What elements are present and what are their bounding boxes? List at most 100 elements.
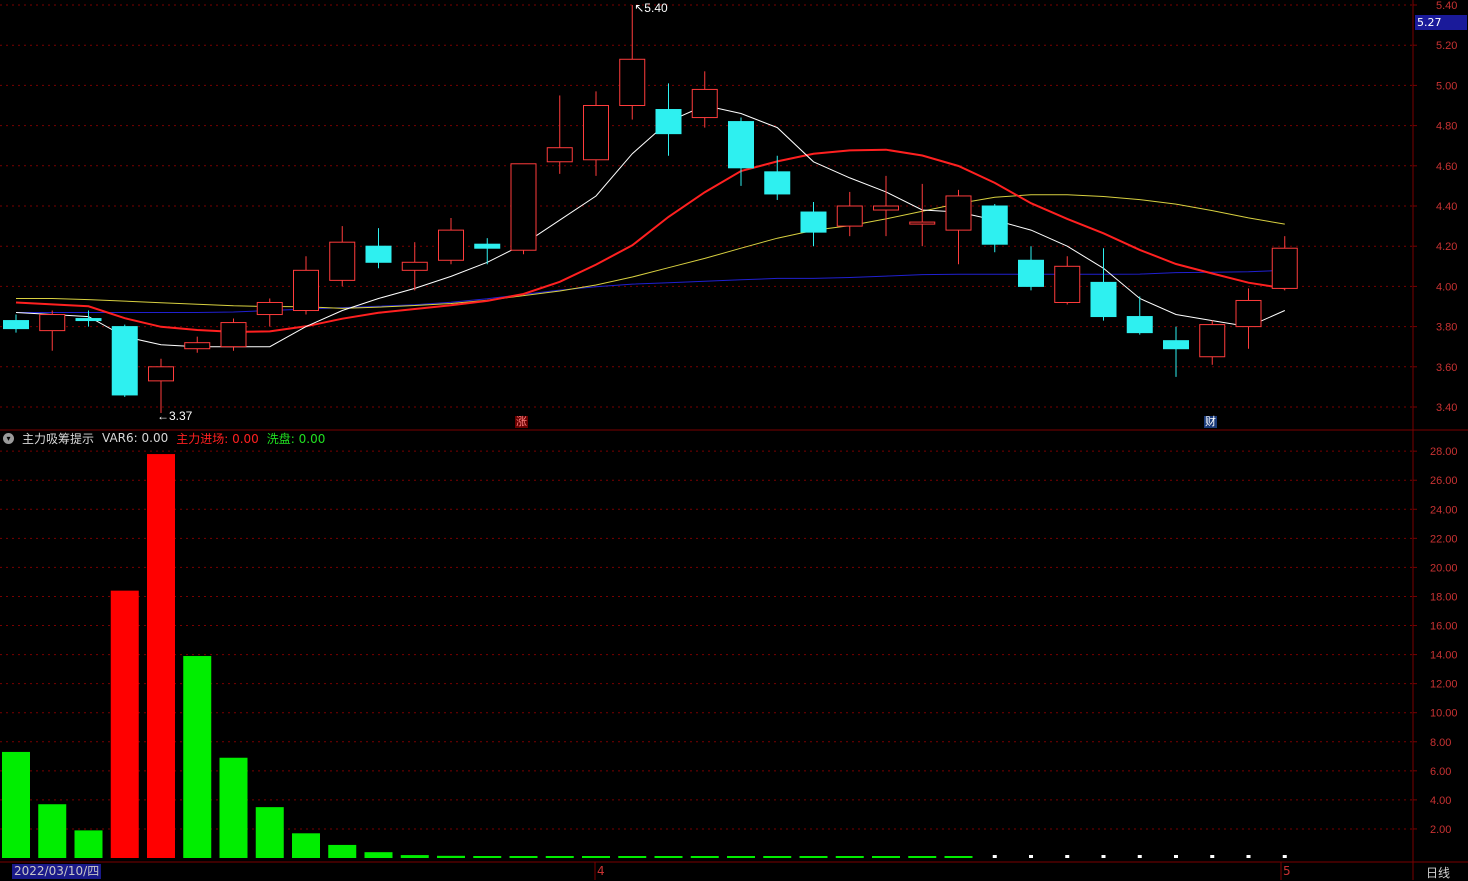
indicator-bar (690, 856, 719, 858)
event-marker-cai[interactable]: 财 (1204, 416, 1217, 428)
candle-body (800, 211, 827, 233)
candle-body (836, 205, 863, 227)
candle-body (619, 58, 646, 106)
event-marker-zhang[interactable]: 涨 (515, 416, 528, 428)
indicator-zero-dot (1282, 855, 1287, 858)
indicator-zero-dot (1210, 855, 1215, 858)
indicator-bar (872, 856, 900, 858)
candle-body (329, 241, 356, 281)
candle-body (873, 205, 899, 211)
price-tick-label: 4.80 (1436, 121, 1457, 133)
indicator-bar (727, 856, 755, 858)
indicator-zero-dot (992, 855, 997, 858)
indicator-tick-label: 12.00 (1430, 679, 1458, 691)
candle-body (293, 269, 319, 312)
indicator-tick-label: 28.00 (1430, 446, 1458, 458)
indicator-bar (219, 757, 248, 858)
indicator-var6: VAR6: 0.00 (102, 431, 169, 445)
indicator-tick-label: 26.00 (1430, 475, 1458, 487)
candle-body (184, 342, 211, 350)
price-tick-label: 3.80 (1436, 322, 1457, 334)
price-tick-label: 3.40 (1436, 402, 1457, 414)
indicator-bar (147, 454, 175, 858)
indicator-main-entry: 主力进场: 0.00 (176, 431, 259, 446)
indicator-tick-label: 14.00 (1430, 650, 1458, 662)
price-tick-label: 4.00 (1436, 281, 1457, 293)
candle-body (945, 195, 972, 231)
indicator-bar (255, 807, 284, 858)
indicator-tick-label: 2.00 (1430, 824, 1451, 836)
candle-body (474, 243, 501, 249)
indicator-bar (654, 856, 683, 858)
collapse-icon[interactable]: ▾ (3, 432, 14, 444)
current-price-tag: 5.27 (1415, 15, 1467, 30)
indicator-zero-dot (1029, 855, 1033, 858)
candle-body (3, 320, 29, 330)
candle-body (909, 221, 936, 225)
candle-body (1271, 247, 1298, 289)
indicator-zero-dot (1065, 855, 1070, 858)
candle-body (546, 147, 573, 163)
indicator-tick-label: 20.00 (1430, 562, 1458, 574)
indicator-name[interactable]: 主力吸筹提示 (22, 430, 94, 447)
indicator-bar (618, 856, 647, 858)
indicator-bar (509, 856, 538, 858)
indicator-zero-dot (1246, 855, 1251, 858)
indicator-bar (183, 656, 212, 858)
price-tick-label: 5.20 (1436, 40, 1457, 52)
candle-body (220, 322, 247, 348)
indicator-bar (545, 856, 574, 858)
candle-body (1018, 259, 1044, 287)
indicator-bar (328, 844, 357, 858)
candle-body (981, 205, 1008, 245)
candle-body (75, 318, 102, 322)
price-tick-label: 4.40 (1436, 201, 1457, 213)
indicator-zero-dot (1174, 855, 1178, 858)
indicator-tick-label: 22.00 (1430, 533, 1458, 545)
indicator-bar (74, 830, 103, 858)
price-tick-label: 5.40 (1436, 0, 1457, 12)
candle-body (583, 105, 609, 161)
indicator-tick-label: 18.00 (1430, 591, 1458, 603)
price-tick-label: 3.60 (1436, 362, 1457, 374)
indicator-tick-label: 8.00 (1430, 737, 1451, 749)
candle-body (365, 245, 392, 263)
candle-body (691, 88, 718, 119)
indicator-bar (944, 856, 973, 858)
indicator-zero-dot (1137, 855, 1142, 858)
price-tick-label: 4.20 (1436, 241, 1457, 253)
candle-body (1235, 299, 1262, 328)
indicator-bar (763, 856, 792, 858)
indicator-bar (38, 804, 67, 858)
month-marker-4: 4 (597, 864, 605, 878)
candle-body (1090, 281, 1117, 318)
candle-body (39, 314, 66, 332)
candle-body (510, 163, 537, 251)
period-selector[interactable]: 日线 (1426, 864, 1450, 881)
price-tick-label: 4.60 (1436, 161, 1457, 173)
indicator-bar (292, 833, 320, 858)
indicator-bar (437, 855, 465, 858)
candle-body (148, 366, 174, 382)
indicator-bar (2, 751, 30, 858)
candle-body (1126, 316, 1153, 334)
month-marker-5: 5 (1283, 864, 1291, 878)
candle-body (655, 109, 682, 135)
high-price-label: ↖5.40 (634, 1, 668, 15)
indicator-bar (364, 852, 393, 858)
candle-body (1199, 324, 1226, 358)
indicator-zero-dot (1101, 855, 1106, 858)
indicator-tick-label: 24.00 (1430, 504, 1458, 516)
low-price-label: ←3.37 (157, 409, 193, 423)
indicator-bar (110, 590, 139, 858)
indicator-bar (799, 856, 828, 858)
start-date-label: 2022/03/10/四 (12, 864, 102, 879)
indicator-tick-label: 6.00 (1430, 766, 1451, 778)
indicator-tick-label: 4.00 (1430, 795, 1451, 807)
candle-body (401, 261, 428, 271)
candle-body (1054, 265, 1081, 303)
indicator-header: ▾ 主力吸筹提示 VAR6: 0.00 主力进场: 0.00 洗盘: 0.00 (0, 429, 333, 447)
candle-body (764, 171, 791, 195)
indicator-tick-label: 10.00 (1430, 708, 1458, 720)
indicator-tick-label: 16.00 (1430, 621, 1458, 633)
